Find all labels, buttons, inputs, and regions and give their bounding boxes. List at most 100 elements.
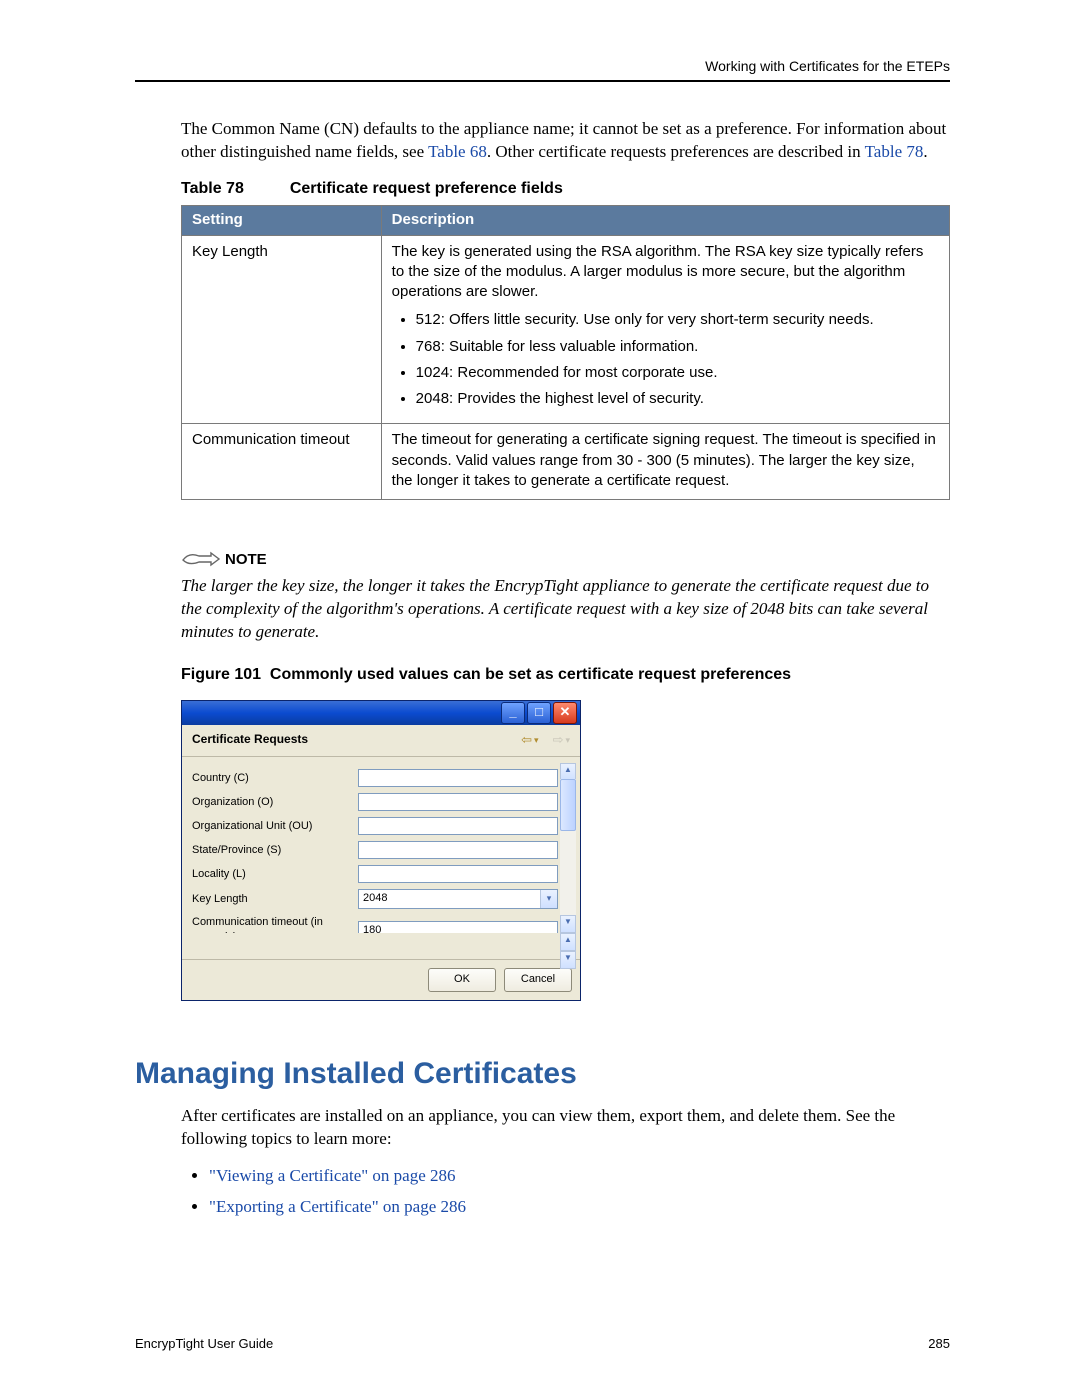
field-label: Organization (O) — [192, 795, 358, 810]
close-button[interactable]: ✕ — [553, 702, 577, 724]
form-row: Organization (O) — [192, 793, 558, 811]
list-item: 1024: Recommended for most corporate use… — [416, 363, 939, 383]
link-exporting-certificate[interactable]: "Exporting a Certificate" on page 286 — [209, 1197, 466, 1216]
text-input[interactable] — [358, 865, 558, 883]
table-78-label: Table 78 — [181, 180, 244, 197]
after-h1-block: After certificates are installed on an a… — [135, 1105, 950, 1219]
row1-intro: The timeout for generating a certificate… — [392, 430, 939, 491]
footer-left: EncrypTight User Guide — [135, 1336, 273, 1351]
figure-101-label: Figure 101 — [181, 666, 261, 683]
list-item: 768: Suitable for less valuable informat… — [416, 337, 939, 357]
maximize-button[interactable]: □ — [527, 702, 551, 724]
page-footer: EncrypTight User Guide 285 — [135, 1336, 950, 1351]
field-label: Country (C) — [192, 771, 358, 786]
cancel-button[interactable]: Cancel — [504, 968, 572, 992]
xref-table-78[interactable]: Table 78 — [865, 142, 924, 161]
text-input[interactable] — [358, 841, 558, 859]
minimize-button[interactable]: _ — [501, 702, 525, 724]
header-rule — [135, 80, 950, 82]
text-input[interactable] — [358, 769, 558, 787]
cell-description: The key is generated using the RSA algor… — [381, 235, 949, 424]
cell-setting: Key Length — [182, 235, 382, 424]
dialog-scrollbar[interactable]: ▲ ▼ — [560, 763, 576, 933]
table-row: Key Length The key is generated using th… — [182, 235, 950, 424]
scroll-down-button[interactable]: ▼ — [560, 915, 576, 933]
note-block: NOTE The larger the key size, the longer… — [181, 548, 950, 644]
row0-bullets: 512: Offers little security. Use only fo… — [392, 310, 939, 409]
scroll-track[interactable] — [560, 779, 576, 917]
text-input[interactable] — [358, 817, 558, 835]
dialog-nav: ⇦▾ ⇨▾ — [521, 731, 570, 749]
field-wrapper — [358, 817, 558, 835]
certificate-requests-dialog: _ □ ✕ Certificate Requests ⇦▾ ⇨▾ Country… — [181, 700, 581, 1002]
dialog-separator — [182, 756, 580, 757]
heading-managing-installed-certificates: Managing Installed Certificates — [135, 1057, 950, 1091]
table-78-caption: Table 78 Certificate request preference f… — [181, 178, 950, 200]
th-description: Description — [381, 206, 949, 235]
list-item: 2048: Provides the highest level of secu… — [416, 389, 939, 409]
cell-setting: Communication timeout — [182, 424, 382, 500]
dialog-titlebar: _ □ ✕ — [182, 701, 580, 725]
figure-101-title: Commonly used values can be set as certi… — [270, 666, 791, 683]
field-label: State/Province (S) — [192, 843, 358, 858]
link-viewing-certificate[interactable]: "Viewing a Certificate" on page 286 — [209, 1166, 456, 1185]
footer-page-number: 285 — [928, 1336, 950, 1351]
form-row: Key Length2048▾ — [192, 889, 558, 909]
nav-forward[interactable]: ⇨▾ — [553, 731, 570, 749]
field-wrapper: 2048▾ — [358, 889, 558, 909]
topics-list: "Viewing a Certificate" on page 286 "Exp… — [209, 1165, 950, 1219]
list-item: 512: Offers little security. Use only fo… — [416, 310, 939, 330]
list-item: "Exporting a Certificate" on page 286 — [209, 1196, 950, 1219]
field-label: Key Length — [192, 892, 358, 907]
cell-description: The timeout for generating a certificate… — [381, 424, 949, 500]
xref-table-68[interactable]: Table 68 — [428, 142, 487, 161]
field-wrapper — [358, 841, 558, 859]
after-h1-para: After certificates are installed on an a… — [181, 1105, 950, 1151]
ok-button[interactable]: OK — [428, 968, 496, 992]
field-wrapper — [358, 865, 558, 883]
scroll-down-button[interactable]: ▼ — [560, 951, 576, 969]
select-value: 2048 — [359, 890, 540, 908]
dialog-body: Country (C) Organization (O) Organizationa… — [182, 763, 580, 933]
page: Working with Certificates for the ETEPs … — [0, 0, 1080, 1397]
dialog-lower-spacer: ▲ ▼ — [182, 933, 580, 955]
key-length-select[interactable]: 2048▾ — [358, 889, 558, 909]
form-row: Communication timeout (in seconds) — [192, 915, 558, 933]
dialog-scrollbar-stub[interactable]: ▲ ▼ — [560, 933, 576, 955]
form-row: Locality (L) — [192, 865, 558, 883]
form-row: Country (C) — [192, 769, 558, 787]
field-wrapper — [358, 921, 558, 933]
intro-paragraph: The Common Name (CN) defaults to the app… — [181, 118, 950, 164]
field-label: Organizational Unit (OU) — [192, 819, 358, 834]
note-heading: NOTE — [225, 551, 267, 568]
table-row: Communication timeout The timeout for ge… — [182, 424, 950, 500]
intro-text-c: . — [923, 142, 927, 161]
dialog-title: Certificate Requests — [192, 731, 308, 747]
note-text: The larger the key size, the longer it t… — [181, 575, 950, 644]
note-pointer-icon — [181, 550, 221, 570]
form-row: Organizational Unit (OU) — [192, 817, 558, 835]
dialog-button-bar: OK Cancel — [182, 959, 580, 1000]
th-setting: Setting — [182, 206, 382, 235]
field-label: Locality (L) — [192, 867, 358, 882]
field-wrapper — [358, 793, 558, 811]
dialog-header: Certificate Requests ⇦▾ ⇨▾ — [182, 725, 580, 749]
row0-intro: The key is generated using the RSA algor… — [392, 242, 939, 303]
body-content: The Common Name (CN) defaults to the app… — [135, 118, 950, 1001]
form-row: State/Province (S) — [192, 841, 558, 859]
field-wrapper — [358, 769, 558, 787]
scroll-thumb[interactable] — [560, 779, 576, 831]
table-78: Setting Description Key Length The key i… — [181, 205, 950, 500]
field-label: Communication timeout (in seconds) — [192, 915, 358, 933]
nav-back[interactable]: ⇦▾ — [521, 731, 538, 749]
list-item: "Viewing a Certificate" on page 286 — [209, 1165, 950, 1188]
intro-text-b: . Other certificate requests preferences… — [487, 142, 865, 161]
dialog-scroll-area: Country (C) Organization (O) Organizationa… — [192, 763, 558, 933]
figure-101-caption: Figure 101 Commonly used values can be s… — [181, 664, 950, 686]
table-78-title: Certificate request preference fields — [290, 180, 563, 197]
text-input[interactable] — [358, 921, 558, 933]
page-header-right: Working with Certificates for the ETEPs — [135, 58, 950, 74]
scroll-up-button[interactable]: ▲ — [560, 933, 576, 951]
text-input[interactable] — [358, 793, 558, 811]
chevron-down-icon[interactable]: ▾ — [540, 890, 557, 908]
